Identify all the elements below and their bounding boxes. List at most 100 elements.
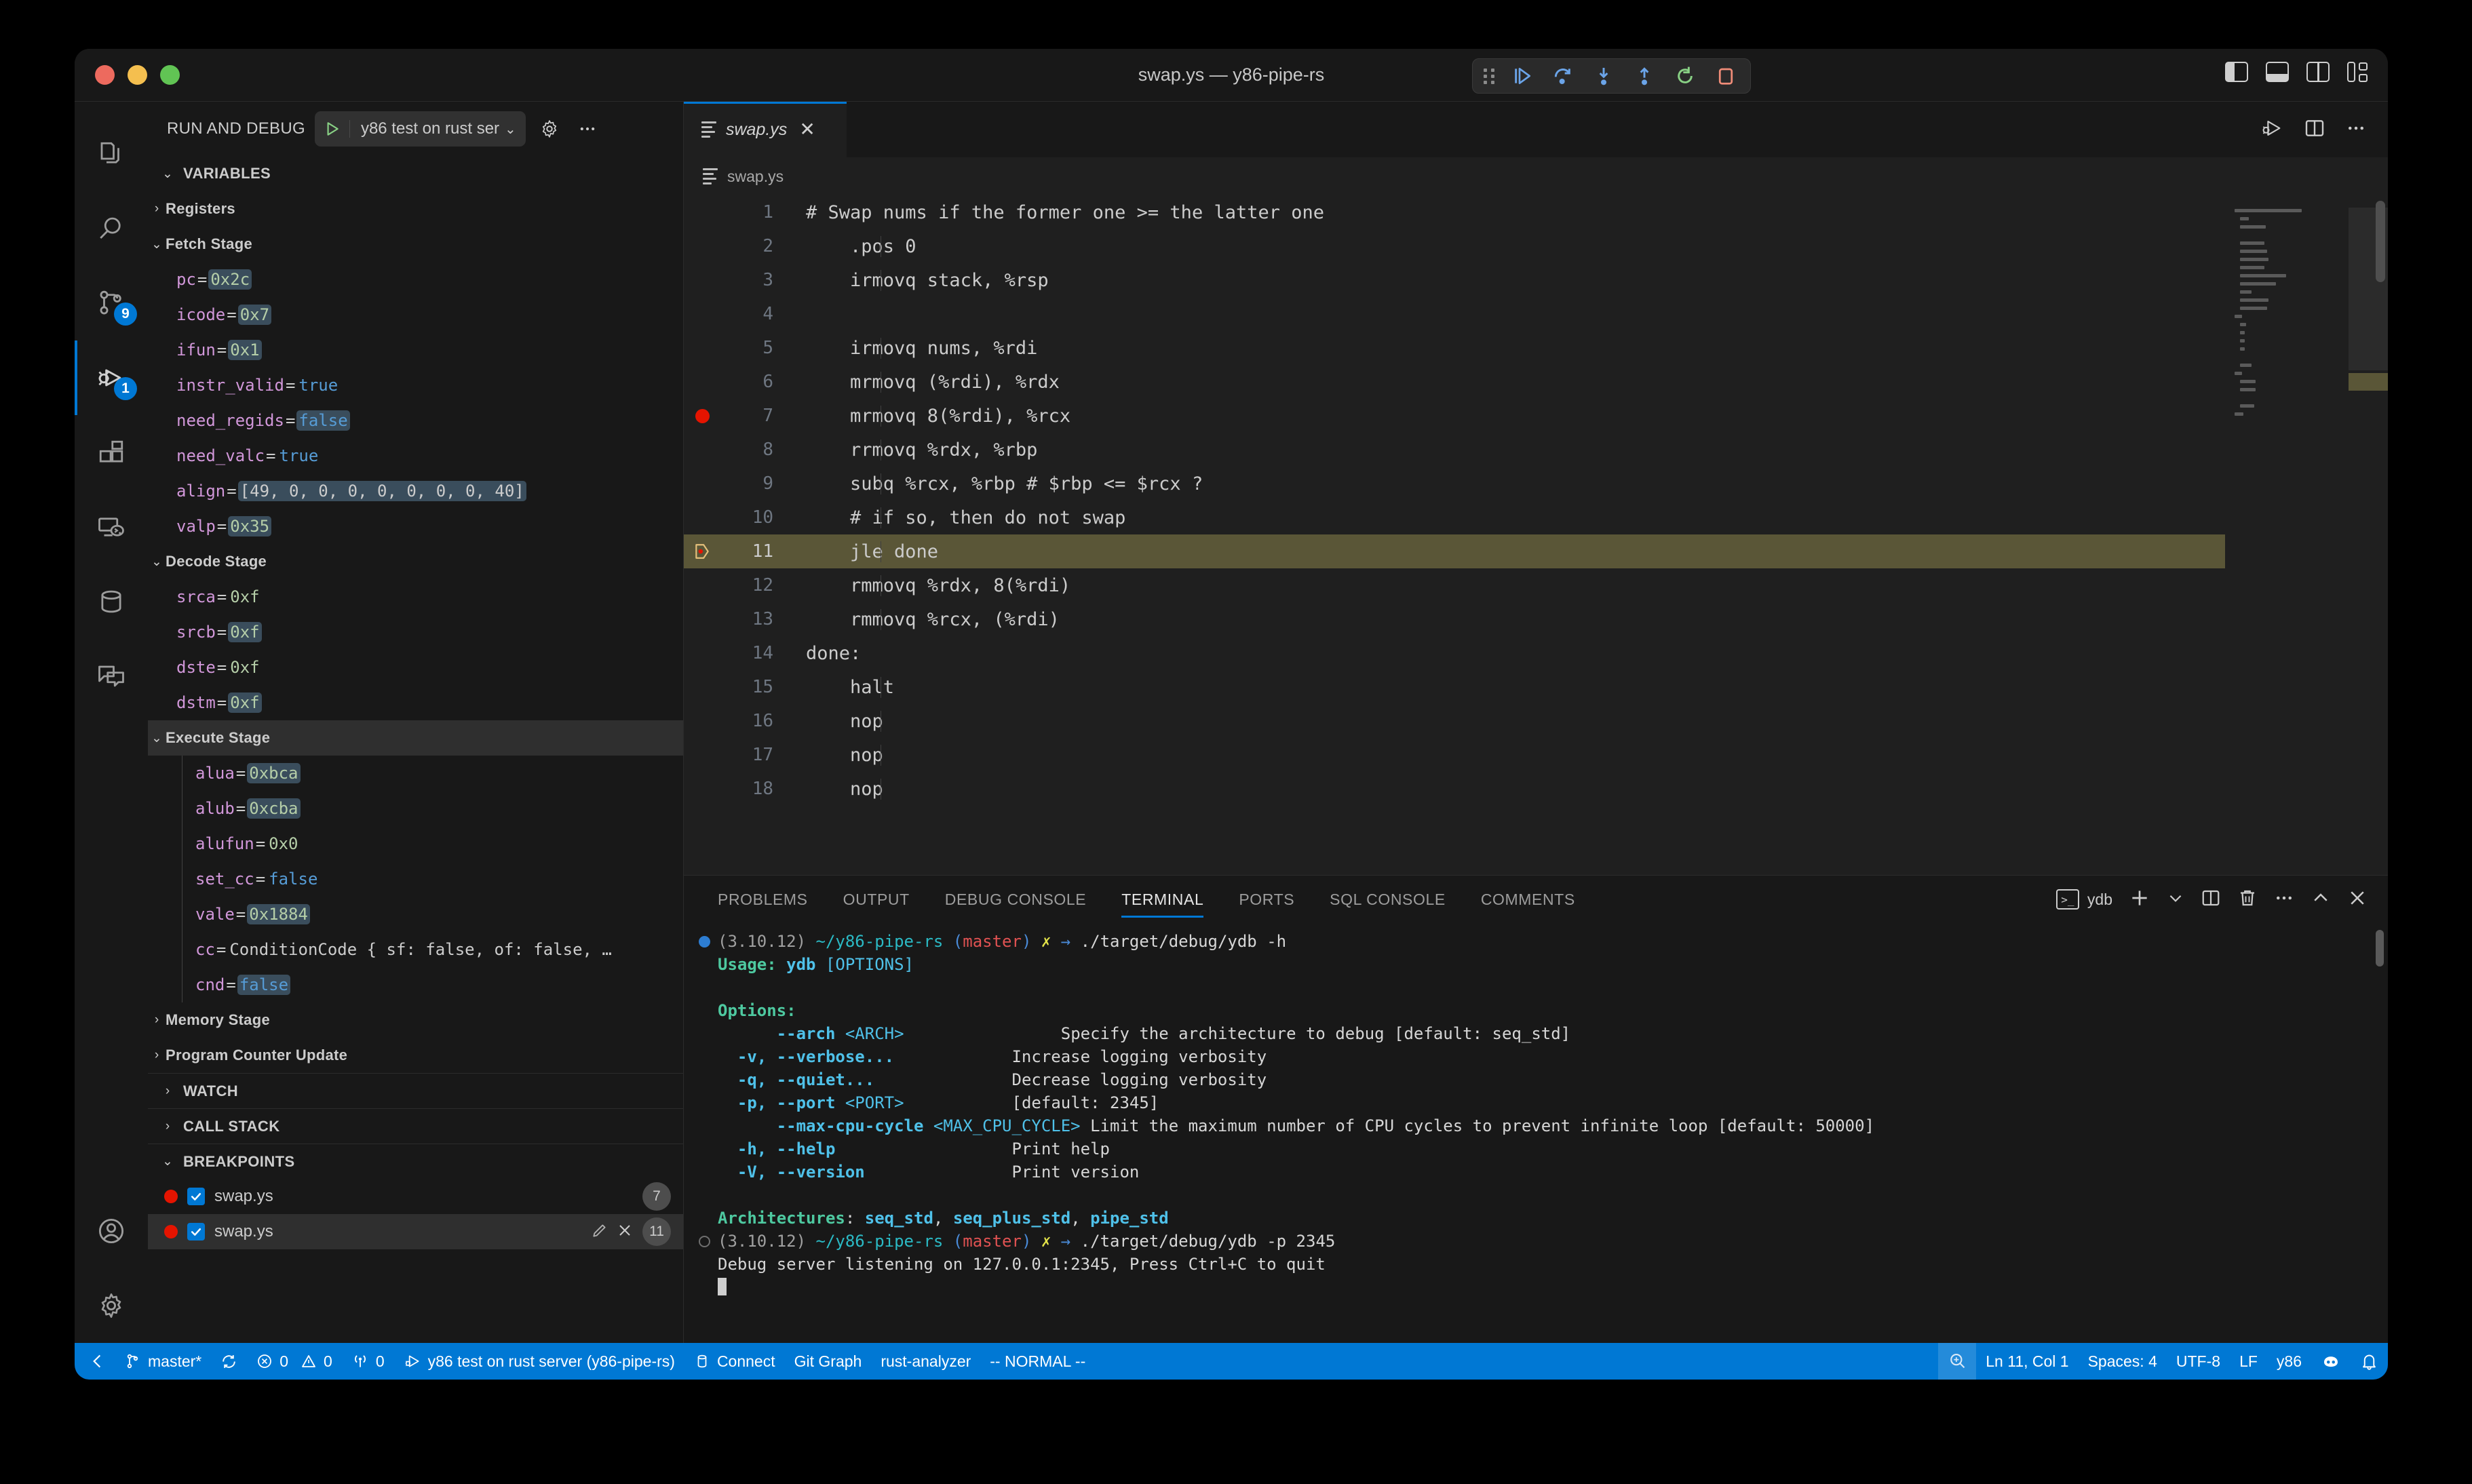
panel-tab-bar[interactable]: PROBLEMS OUTPUT DEBUG CONSOLE TERMINAL PORTS… [684, 876, 2388, 923]
panel-tab-terminal[interactable]: TERMINAL [1104, 876, 1221, 923]
stop-icon[interactable] [1712, 62, 1739, 90]
code-line[interactable]: 6 mrmovq (%rdi), %rdx [684, 365, 2225, 399]
status-screencast-zoom[interactable] [1938, 1343, 1977, 1380]
sidebar-more-actions-icon[interactable] [573, 115, 602, 143]
toggle-secondary-sidebar-icon[interactable] [2306, 62, 2330, 82]
kill-terminal-icon[interactable] [2237, 888, 2258, 912]
panel-more-actions-icon[interactable] [2274, 888, 2294, 912]
activity-settings[interactable] [75, 1268, 148, 1343]
variable-row[interactable]: icode = 0x7 [148, 297, 683, 332]
activity-source-control[interactable]: 9 [75, 266, 148, 340]
editor-gutter[interactable] [684, 543, 720, 560]
breakpoint-icon[interactable] [695, 408, 710, 423]
terminal-selector[interactable]: >_ ydb [2055, 889, 2112, 910]
panel-tab-output[interactable]: OUTPUT [826, 876, 927, 923]
activity-database[interactable] [75, 564, 148, 639]
status-remote-indicator[interactable] [75, 1343, 115, 1380]
code-line[interactable]: 4 [684, 297, 2225, 331]
debug-toolbar[interactable] [1472, 58, 1751, 94]
minimize-window-button[interactable] [128, 65, 147, 85]
activity-run-and-debug[interactable]: 1 [75, 340, 148, 415]
code-line[interactable]: 3 irmovq stack, %rsp [684, 263, 2225, 297]
status-connect[interactable]: Connect [684, 1343, 785, 1380]
step-over-icon[interactable] [1549, 62, 1577, 90]
panel-tab-ports[interactable]: PORTS [1221, 876, 1312, 923]
breakpoint-enabled-checkbox[interactable] [187, 1223, 205, 1241]
start-debugging-icon[interactable] [315, 120, 350, 138]
open-launch-json-icon[interactable] [535, 115, 564, 143]
status-sync[interactable] [211, 1343, 247, 1380]
split-editor-icon[interactable] [2304, 117, 2325, 142]
close-panel-icon[interactable] [2347, 888, 2368, 912]
variable-row[interactable]: set_cc = false [148, 861, 683, 897]
launch-config-selector[interactable]: y86 test on rust ser ⌄ [314, 111, 526, 147]
minimap[interactable] [2225, 195, 2388, 875]
chevron-down-icon[interactable]: ⌄ [503, 121, 526, 138]
variables-tree[interactable]: › Registers ⌄ Fetch Stage pc = 0x2c icode = 0… [148, 191, 683, 1073]
variable-row[interactable]: align = [49, 0, 0, 0, 0, 0, 0, 0, 40] [148, 473, 683, 509]
status-radio-tower[interactable]: 0 [342, 1343, 394, 1380]
code-line[interactable]: 12 rmmovq %rdx, 8(%rdi) [684, 568, 2225, 602]
activity-search[interactable] [75, 191, 148, 266]
step-into-icon[interactable] [1590, 62, 1617, 90]
status-language-mode[interactable]: y86 [2267, 1343, 2311, 1380]
status-branch[interactable]: master* [115, 1343, 211, 1380]
breakpoint-item[interactable]: swap.ys 7 [148, 1179, 683, 1214]
editor-gutter[interactable] [684, 408, 720, 423]
code-line[interactable]: 14 done: [684, 636, 2225, 670]
status-rust-analyzer[interactable]: rust-analyzer [871, 1343, 980, 1380]
variable-group-decode-stage[interactable]: ⌄ Decode Stage [148, 544, 683, 579]
code-line[interactable]: 10 # if so, then do not swap [684, 501, 2225, 534]
code-line[interactable]: 5 irmovq nums, %rdi [684, 331, 2225, 365]
editor-actions[interactable] [2260, 102, 2388, 157]
status-git-graph[interactable]: Git Graph [785, 1343, 872, 1380]
variable-row[interactable]: srcb = 0xf [148, 614, 683, 650]
customize-layout-icon[interactable] [2347, 62, 2368, 82]
section-call-stack[interactable]: › CALL STACK [148, 1108, 683, 1144]
variable-row[interactable]: alub = 0xcba [148, 791, 683, 826]
continue-icon[interactable] [1509, 62, 1536, 90]
maximize-panel-icon[interactable] [2311, 888, 2331, 912]
layout-toggles[interactable] [2225, 62, 2368, 82]
panel-actions[interactable]: >_ ydb [2055, 876, 2388, 923]
panel-tab-sql-console[interactable]: SQL CONSOLE [1312, 876, 1463, 923]
status-notifications[interactable] [2351, 1343, 2388, 1380]
panel-tab-problems[interactable]: PROBLEMS [700, 876, 826, 923]
breakpoint-item[interactable]: swap.ys 11 [148, 1214, 683, 1249]
code-line[interactable]: 9 subq %rcx, %rbp # $rbp <= $rcx ? [684, 467, 2225, 501]
variable-row[interactable]: alufun = 0x0 [148, 826, 683, 861]
variable-row[interactable]: pc = 0x2c [148, 262, 683, 297]
variable-group-registers[interactable]: › Registers [148, 191, 683, 227]
code-line[interactable]: 8 rrmovq %rdx, %rbp [684, 433, 2225, 467]
section-watch[interactable]: › WATCH [148, 1073, 683, 1108]
breakpoints-list[interactable]: swap.ys 7 swap.ys 11 [148, 1179, 683, 1249]
activity-extensions[interactable] [75, 415, 148, 490]
code-line[interactable]: 1 # Swap nums if the former one >= the la… [684, 195, 2225, 229]
maximize-window-button[interactable] [160, 65, 180, 85]
variable-row[interactable]: valp = 0x35 [148, 509, 683, 544]
status-debug-session[interactable]: y86 test on rust server (y86-pipe-rs) [394, 1343, 684, 1380]
more-actions-icon[interactable] [2346, 118, 2366, 142]
status-cursor-position[interactable]: Ln 11, Col 1 [1976, 1343, 2078, 1380]
status-copilot[interactable] [2311, 1343, 2351, 1380]
code-line[interactable]: 13 rmmovq %rcx, (%rdi) [684, 602, 2225, 636]
window-controls[interactable] [95, 65, 180, 85]
editor-scrollbar[interactable] [2376, 201, 2385, 282]
split-terminal-icon[interactable] [2201, 888, 2221, 912]
panel-tab-comments[interactable]: COMMENTS [1463, 876, 1593, 923]
run-debug-file-icon[interactable] [2260, 117, 2283, 143]
code-line[interactable]: 17 nop [684, 738, 2225, 772]
remove-breakpoint-icon[interactable] [617, 1222, 633, 1242]
variable-row[interactable]: ifun = 0x1 [148, 332, 683, 368]
close-window-button[interactable] [95, 65, 115, 85]
edit-breakpoint-icon[interactable] [591, 1222, 609, 1243]
variable-group-memory-stage[interactable]: › Memory Stage [148, 1002, 683, 1038]
status-vim-mode[interactable]: -- NORMAL -- [980, 1343, 1095, 1380]
variable-row[interactable]: need_regids = false [148, 403, 683, 438]
activity-explorer[interactable] [75, 117, 148, 191]
variable-row[interactable]: alua = 0xbca [148, 756, 683, 791]
variable-group-fetch-stage[interactable]: ⌄ Fetch Stage [148, 227, 683, 262]
toggle-primary-sidebar-icon[interactable] [2225, 62, 2248, 82]
step-out-icon[interactable] [1631, 62, 1658, 90]
variable-group-program-counter-update[interactable]: › Program Counter Update [148, 1038, 683, 1073]
